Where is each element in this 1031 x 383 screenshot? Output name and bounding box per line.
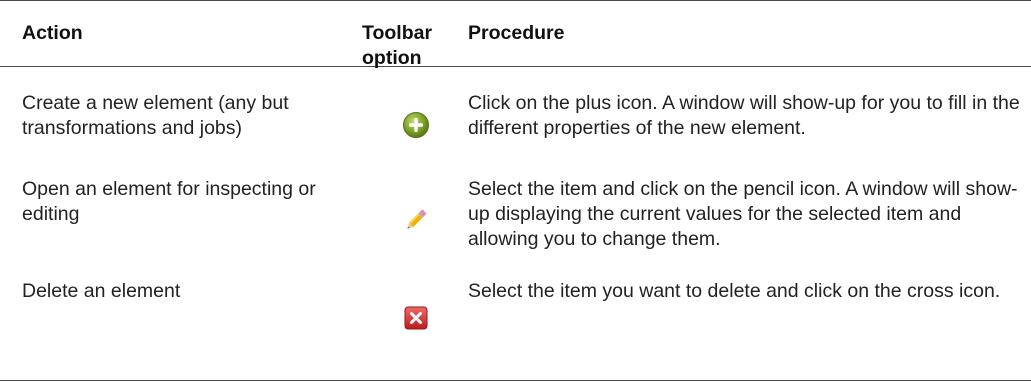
plus-icon (402, 111, 430, 144)
row-action-text: Create a new element (any but transforma… (22, 92, 289, 139)
row-procedure-text: Select the item you want to delete and c… (468, 280, 1001, 302)
table-header-row: Action Toolbar option Procedure (0, 1, 1031, 69)
row-procedure-text: Click on the plus icon. A window will sh… (468, 92, 1020, 139)
header-toolbar-option-line1: Toolbar (362, 22, 433, 44)
header-toolbar-option: Toolbar option (362, 21, 452, 71)
row-procedure-text: Select the item and click on the pencil … (468, 178, 1018, 250)
header-procedure: Procedure (468, 22, 565, 44)
row-action-text: Delete an element (22, 280, 181, 302)
delete-cross-icon (404, 306, 428, 335)
table-row: Delete an element Select the item you wa… (0, 273, 1031, 383)
pencil-icon (403, 207, 429, 238)
header-action: Action (22, 22, 83, 44)
row-action-text: Open an element for inspecting or editin… (22, 178, 316, 225)
table-row: Create a new element (any but transforma… (0, 67, 1031, 171)
toolbar-options-table: Action Toolbar option Procedure Create a… (0, 0, 1031, 383)
table-row: Open an element for inspecting or editin… (0, 171, 1031, 273)
